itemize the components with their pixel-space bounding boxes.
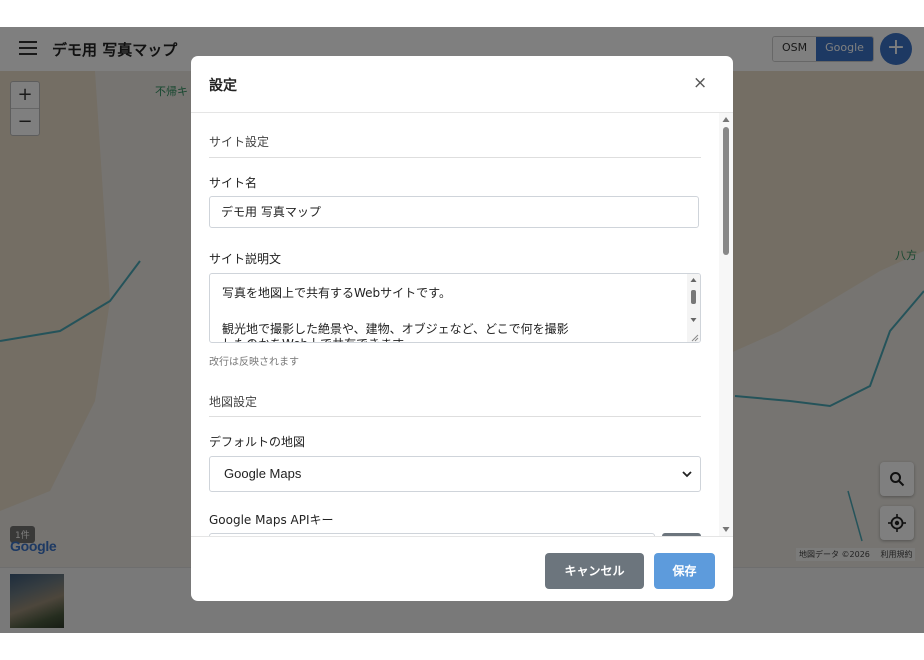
- cancel-button[interactable]: キャンセル: [545, 553, 644, 589]
- site-settings-heading: サイト設定: [209, 135, 270, 149]
- default-map-value: Google Maps: [224, 466, 302, 481]
- map-settings-heading: 地図設定: [209, 395, 258, 409]
- site-name-input[interactable]: デモ用 写真マップ: [209, 196, 699, 228]
- description-help-text: 改行は反映されます: [209, 357, 299, 368]
- divider: [209, 416, 701, 417]
- dialog-title: 設定: [209, 78, 237, 94]
- site-description-textarea[interactable]: 写真を地図上で共有するWebサイトです。 観光地で撮影した絶景や、建物、オブジェ…: [209, 273, 701, 343]
- close-button[interactable]: ×: [693, 73, 707, 93]
- textarea-line: したのかをWeb上で共有できます。: [222, 335, 415, 342]
- scrollbar-graphics: [722, 117, 730, 532]
- textarea-line: 写真を地図上で共有するWebサイトです。: [222, 286, 451, 300]
- api-key-label: Google Maps APIキー: [209, 513, 334, 527]
- site-description-label: サイト説明文: [209, 252, 282, 266]
- scrollbar-graphics: [690, 278, 699, 342]
- site-name-label: サイト名: [209, 176, 258, 190]
- textarea-scrollbar[interactable]: [687, 274, 700, 342]
- default-map-label: デフォルトの地図: [209, 435, 306, 449]
- chevron-down-icon: [682, 457, 692, 505]
- dialog-body: サイト設定 サイト名 デモ用 写真マップ サイト説明文 写真を地図上で共有するW…: [191, 113, 733, 536]
- settings-dialog: 設定 × サイト設定 サイト名 デモ用 写真マップ サイト説明文 写真を地図上で…: [191, 56, 733, 601]
- divider: [209, 157, 701, 158]
- default-map-select[interactable]: Google Maps: [209, 456, 701, 492]
- dialog-header: 設定 ×: [191, 56, 733, 113]
- dialog-footer: キャンセル 保存: [191, 536, 733, 601]
- app-window: デモ用 写真マップ OSM Google + + − 不帰キ 八方 1件 Goo…: [0, 27, 924, 633]
- dialog-scrollbar[interactable]: [719, 113, 733, 536]
- save-button[interactable]: 保存: [654, 553, 715, 589]
